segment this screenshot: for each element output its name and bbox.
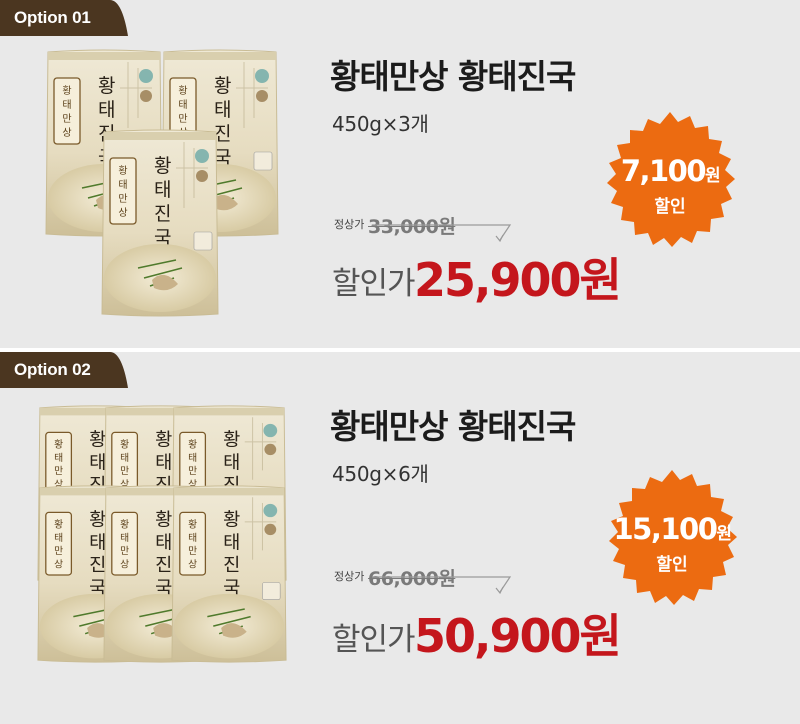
discount-amount: 15,100원 [613,512,732,546]
option-01-tab-label: Option 01 [14,8,91,27]
sale-price: 50,900원 [414,609,622,663]
regular-price-label: 정상가 [334,218,365,231]
arrow-icon [372,576,512,594]
regular-price-label: 정상가 [334,570,365,583]
arrow-icon [372,224,512,242]
discount-badge: 15,100원 할인 [596,466,748,618]
pouch-front-3 [171,485,287,663]
option-02-tab-label: Option 02 [14,360,91,379]
discount-amount: 7,100원 [620,154,721,188]
product-size: 450g×6개 [332,462,429,486]
sale-price: 25,900원 [414,253,622,307]
product-title: 황태만상 황태진국 [330,57,576,96]
pouch-front [101,129,219,317]
option-01-tab[interactable]: Option 01 [0,0,130,36]
product-title: 황태만상 황태진국 [330,407,576,446]
discount-badge: 7,100원 할인 [594,108,746,260]
discount-label: 할인 [654,197,686,217]
option-01-panel[interactable]: Option 01 황태만상 황태진국 450g×3개 정상가 33,000원 … [0,0,800,348]
discount-label: 할인 [656,555,688,575]
option-02-panel[interactable]: Option 02 황태만상 황태진국 450g×6개 정상가 66,000원 … [0,352,800,724]
sale-price-label: 할인가 [332,266,416,302]
option-02-tab[interactable]: Option 02 [0,352,130,388]
sale-price-label: 할인가 [332,622,416,658]
product-size: 450g×3개 [332,112,429,136]
